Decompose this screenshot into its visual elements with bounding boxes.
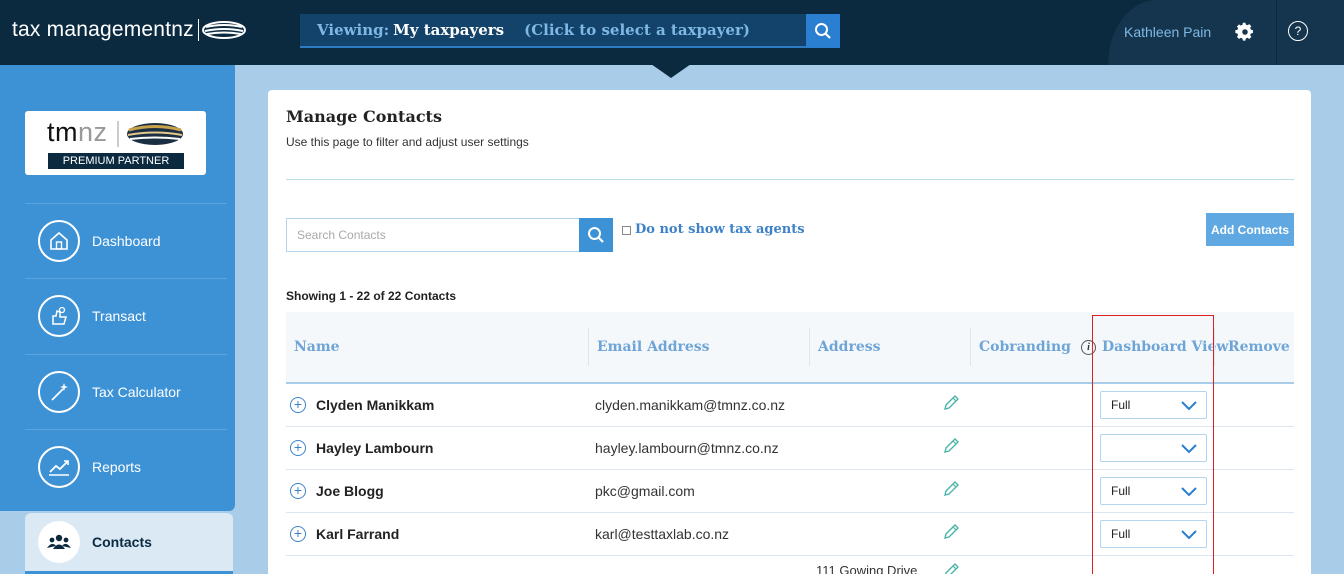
search-contacts-button[interactable] [579,218,613,252]
expand-icon[interactable]: + [290,397,306,413]
search-contacts-input[interactable]: Search Contacts [286,218,581,252]
column-header-remove[interactable]: Remove [1214,328,1290,366]
partner-badge: PREMIUM PARTNER [48,153,184,169]
hide-tax-agents-checkbox[interactable] [622,226,631,235]
partner-logo-nz: nz [78,117,108,147]
brand-separator [197,19,199,41]
contact-email: pkc@gmail.com [595,483,695,499]
taxpayer-selector[interactable]: Viewing: My taxpayers (Click to select a… [300,14,840,48]
viewing-label: Viewing: [317,21,390,39]
contact-email: clyden.manikkam@tmnz.co.nz [595,397,786,413]
results-count: Showing 1 - 22 of 22 Contacts [286,289,457,303]
column-header-cobranding[interactable]: Cobranding i [970,328,1096,366]
help-icon[interactable]: ? [1288,21,1308,41]
brand-swoosh-icon [201,21,246,39]
expand-icon[interactable]: + [290,483,306,499]
contact-name: Clyden Manikkam [316,397,435,413]
taxpayer-search-button[interactable] [806,14,840,48]
sidebar-item-label: Dashboard [92,233,161,249]
sidebar-item-dashboard[interactable]: Dashboard [25,203,227,278]
gear-icon[interactable] [1234,21,1256,43]
home-icon [38,220,80,262]
hide-tax-agents-label[interactable]: Do not show tax agents [635,222,805,237]
sidebar-item-label: Contacts [92,534,152,550]
page-subtitle: Use this page to filter and adjust user … [286,135,529,149]
edit-pencil-icon[interactable] [942,562,960,574]
expand-icon[interactable]: + [290,526,306,542]
edit-pencil-icon[interactable] [942,394,960,412]
contact-address: 111 Gowing Drive [816,563,918,574]
people-icon [38,521,80,563]
edit-pencil-icon[interactable] [942,480,960,498]
contact-email: hayley.lambourn@tmnz.co.nz [595,440,779,456]
sidebar-item-contacts[interactable]: Contacts [25,513,233,571]
edit-pencil-icon[interactable] [942,437,960,455]
sidebar: tmnz PREMIUM PARTNER Dashboard Transact … [0,65,235,511]
page-title: Manage Contacts [286,107,442,126]
viewing-value: My taxpayers [393,21,505,39]
expand-icon[interactable]: + [290,440,306,456]
add-contacts-button[interactable]: Add Contacts [1206,213,1294,246]
edit-pencil-icon[interactable] [942,523,960,541]
contact-name: Joe Blogg [316,483,384,499]
column-header-name[interactable]: Name [294,312,340,382]
partner-logo-tm: tm [47,117,78,147]
chart-icon [38,446,80,488]
sidebar-item-reports[interactable]: Reports [25,429,227,504]
wand-icon [38,371,80,413]
column-header-email[interactable]: Email Address [588,328,710,366]
header-divider [1276,0,1277,65]
selector-pointer [651,64,691,78]
brand-name: tax managementnz [12,18,194,41]
partner-logo: tmnz PREMIUM PARTNER [25,111,206,175]
partner-swoosh-icon [117,121,183,147]
dashboard-view-highlight [1092,315,1214,574]
search-icon [815,23,831,39]
sidebar-item-transact[interactable]: Transact [25,278,227,353]
contact-email: karl@testtaxlab.co.nz [595,526,730,542]
sidebar-item-label: Reports [92,459,142,475]
viewing-hint: (Click to select a taxpayer) [524,21,750,39]
title-divider [286,179,1294,180]
sidebar-item-label: Tax Calculator [92,384,181,400]
top-bar: tax managementnz Viewing: My taxpayers (… [0,0,1344,65]
hand-icon [38,295,80,337]
sidebar-item-tax-calculator[interactable]: Tax Calculator [25,354,227,429]
column-header-address[interactable]: Address [809,328,881,366]
contact-name: Hayley Lambourn [316,440,434,456]
cobranding-label: Cobranding [979,339,1071,355]
brand-logo[interactable]: tax managementnz [12,18,246,42]
user-name[interactable]: Kathleen Pain [1124,24,1211,40]
contact-name: Karl Farrand [316,526,400,542]
partner-logo-text: tmnz [47,117,108,148]
sidebar-item-label: Transact [92,308,146,324]
search-icon [588,227,604,243]
